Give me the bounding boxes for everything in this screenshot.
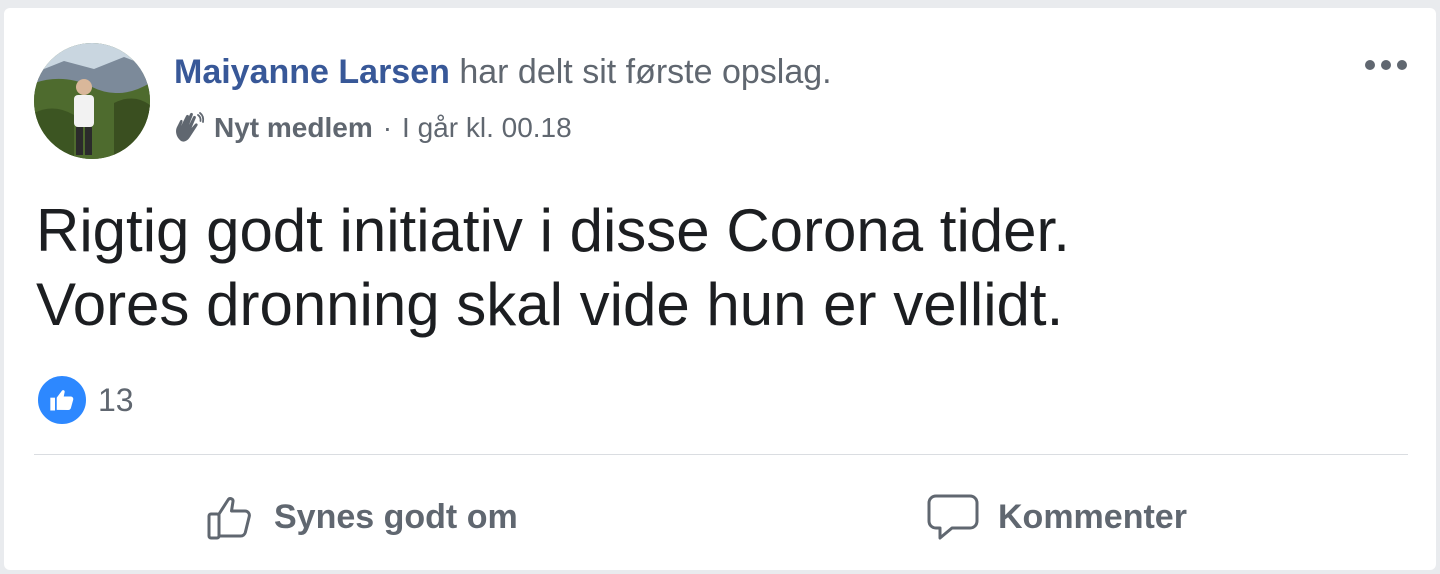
post-text-line: Rigtig godt initiativ i disse Corona tid…	[36, 197, 1070, 264]
like-reaction-icon	[36, 374, 88, 426]
reaction-summary[interactable]: 13	[36, 374, 134, 426]
author-name-link[interactable]: Maiyanne Larsen	[174, 53, 450, 91]
more-dot	[1397, 60, 1407, 70]
like-button-label: Synes godt om	[274, 497, 518, 536]
waving-hand-icon	[172, 111, 206, 145]
post-timestamp[interactable]: I går kl. 00.18	[402, 110, 572, 146]
post-body: Rigtig godt initiativ i disse Corona tid…	[36, 194, 1416, 342]
reaction-count: 13	[98, 381, 134, 418]
more-options-icon[interactable]	[1360, 52, 1412, 78]
more-dot	[1381, 60, 1391, 70]
author-action-text: har delt sit første opslag.	[459, 53, 832, 91]
post-card: Maiyanne Larsen har delt sit første opsl…	[4, 8, 1436, 570]
action-divider	[34, 454, 1408, 455]
thumbs-up-icon	[207, 497, 251, 540]
post-meta: Nyt medlem · I går kl. 00.18	[172, 110, 572, 146]
avatar-photo	[34, 43, 150, 159]
author-avatar[interactable]	[34, 43, 150, 159]
comment-bubble-icon	[927, 494, 979, 540]
more-dot	[1365, 60, 1375, 70]
post-text-line: Vores dronning skal vide hun er vellidt.	[36, 271, 1064, 338]
meta-separator: ·	[382, 112, 393, 143]
author-line: Maiyanne Larsen har delt sit første opsl…	[174, 52, 832, 92]
comment-button[interactable]: Kommenter	[926, 482, 1187, 552]
new-member-badge[interactable]: Nyt medlem	[214, 110, 373, 146]
like-button[interactable]: Synes godt om	[204, 482, 518, 552]
comment-button-label: Kommenter	[998, 497, 1187, 536]
